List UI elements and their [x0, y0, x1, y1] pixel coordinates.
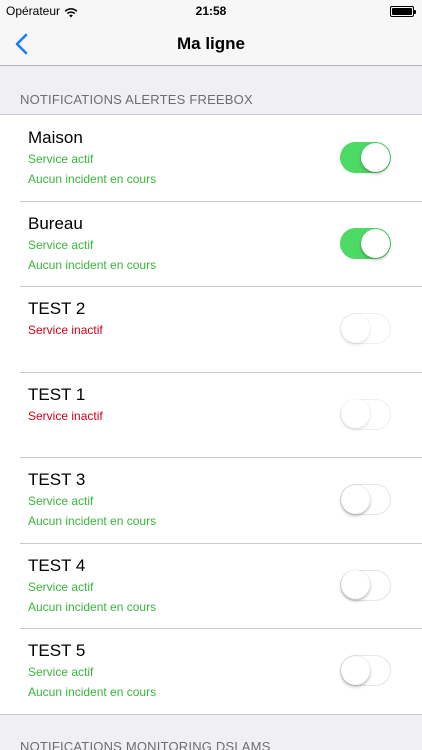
list-item-4: TEST 3 Service actif Aucun incident en c…: [0, 457, 422, 543]
list-item-2: TEST 2 Service inactif: [0, 286, 422, 372]
notification-toggle[interactable]: [340, 569, 391, 601]
item-incident: Aucun incident en cours: [28, 599, 157, 614]
toggle-knob: [361, 143, 390, 172]
notification-toggle[interactable]: [340, 227, 391, 259]
page-title: Ma ligne: [176, 34, 245, 53]
notification-toggle[interactable]: [340, 484, 391, 515]
item-incident: Aucun incident en cours: [28, 685, 157, 699]
status-bar: Opérateur 21:58: [0, 0, 422, 22]
toggle-knob: [341, 484, 370, 514]
section-header-alertes: NOTIFICATIONS ALERTES FREEBOX: [20, 92, 253, 107]
battery-icon: [390, 6, 416, 17]
item-incident: Aucun incident en cours: [28, 514, 157, 528]
item-incident: Aucun incident en cours: [28, 257, 157, 272]
notification-toggle[interactable]: [340, 313, 391, 344]
list-item-3: TEST 1 Service inactif: [0, 371, 422, 458]
item-name: TEST 2: [28, 299, 86, 318]
status-time: 21:58: [195, 4, 227, 18]
item-status: Service actif: [28, 152, 94, 166]
notification-toggle[interactable]: [340, 398, 391, 430]
toggle-knob: [341, 313, 370, 343]
item-status: Service inactif: [28, 323, 103, 337]
item-status: Service actif: [28, 579, 94, 594]
item-name: TEST 3: [28, 470, 86, 489]
item-name: Maison: [28, 128, 83, 147]
toggle-knob: [361, 228, 390, 258]
item-status: Service actif: [28, 665, 94, 679]
toggle-knob: [341, 570, 370, 599]
section-header-monitoring: NOTIFICATIONS MONITORING DSLAMS: [20, 739, 271, 750]
list-item-6: TEST 5 Service actif Aucun incident en c…: [0, 628, 422, 714]
navigation-bar: Ma ligne: [0, 22, 422, 66]
list-item-5: TEST 4 Service actif Aucun incident en c…: [0, 542, 422, 629]
item-name: TEST 1: [28, 384, 86, 404]
notification-toggle[interactable]: [340, 142, 391, 173]
list-item-0: Maison Service actif Aucun incident en c…: [0, 115, 422, 201]
item-name: TEST 4: [28, 555, 86, 575]
item-status: Service actif: [28, 237, 94, 252]
notification-toggle[interactable]: [340, 655, 391, 686]
item-name: TEST 5: [28, 641, 86, 660]
toggle-knob: [341, 399, 370, 428]
toggle-knob: [341, 655, 370, 685]
item-status: Service inactif: [28, 408, 103, 423]
list-item-1: Bureau Service actif Aucun incident en c…: [0, 200, 422, 287]
item-status: Service actif: [28, 494, 94, 508]
item-name: Bureau: [28, 213, 83, 233]
freebox-list: Maison Service actif Aucun incident en c…: [0, 114, 422, 715]
item-incident: Aucun incident en cours: [28, 172, 157, 186]
